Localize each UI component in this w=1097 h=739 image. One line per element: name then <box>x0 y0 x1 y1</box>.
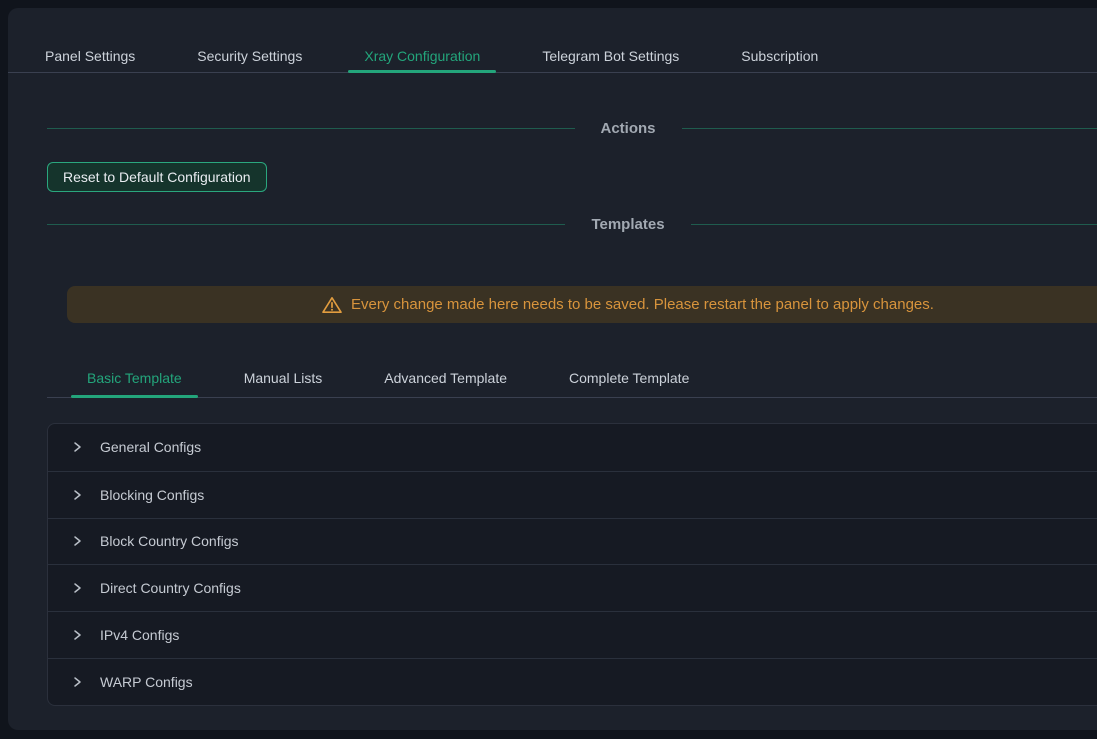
collapse-panel-warp-configs[interactable]: WARP Configs <box>48 658 1097 705</box>
tab-telegram-bot-settings[interactable]: Telegram Bot Settings <box>526 38 695 72</box>
actions-section-divider: Actions <box>47 118 1097 139</box>
divider-line <box>47 224 565 225</box>
xray-settings-card: Panel Settings Security Settings Xray Co… <box>8 8 1097 730</box>
tab-xray-configuration[interactable]: Xray Configuration <box>348 38 496 72</box>
collapse-panel-block-country-configs[interactable]: Block Country Configs <box>48 518 1097 565</box>
tab-content: Actions Reset to Default Configuration T… <box>47 118 1097 706</box>
divider-line <box>47 128 575 129</box>
collapse-panel-general-configs[interactable]: General Configs <box>48 424 1097 471</box>
settings-tab-bar: Panel Settings Security Settings Xray Co… <box>8 38 1097 73</box>
actions-section-title: Actions <box>601 118 656 139</box>
chevron-right-icon <box>71 489 83 501</box>
divider-line <box>691 224 1097 225</box>
tab-basic-template[interactable]: Basic Template <box>71 360 198 397</box>
collapse-panel-label: Direct Country Configs <box>100 578 241 598</box>
tab-subscription[interactable]: Subscription <box>725 38 834 72</box>
collapse-panel-direct-country-configs[interactable]: Direct Country Configs <box>48 564 1097 611</box>
templates-section-divider: Templates <box>47 214 1097 235</box>
chevron-right-icon <box>71 535 83 547</box>
collapse-panel-blocking-configs[interactable]: Blocking Configs <box>48 471 1097 518</box>
divider-line <box>682 128 1097 129</box>
template-tab-bar: Basic Template Manual Lists Advanced Tem… <box>47 360 1097 398</box>
collapse-panel-label: General Configs <box>100 437 201 457</box>
chevron-right-icon <box>71 629 83 641</box>
chevron-right-icon <box>71 676 83 688</box>
tab-panel-settings[interactable]: Panel Settings <box>29 38 151 72</box>
collapse-panel-ipv4-configs[interactable]: IPv4 Configs <box>48 611 1097 658</box>
restart-warning-text: Every change made here needs to be saved… <box>351 296 934 313</box>
reset-default-configuration-button[interactable]: Reset to Default Configuration <box>47 162 267 192</box>
collapse-panel-label: WARP Configs <box>100 672 193 692</box>
templates-section-title: Templates <box>591 214 664 235</box>
tab-security-settings[interactable]: Security Settings <box>181 38 318 72</box>
restart-warning-alert: Every change made here needs to be saved… <box>67 286 1097 323</box>
collapse-panel-label: Blocking Configs <box>100 485 204 505</box>
collapse-panel-label: Block Country Configs <box>100 531 239 551</box>
tab-advanced-template[interactable]: Advanced Template <box>368 360 523 397</box>
template-config-collapse-list: General Configs Blocking Configs Block C… <box>47 423 1097 706</box>
tab-complete-template[interactable]: Complete Template <box>553 360 705 397</box>
tab-manual-lists[interactable]: Manual Lists <box>228 360 339 397</box>
chevron-right-icon <box>71 582 83 594</box>
chevron-right-icon <box>71 441 83 453</box>
collapse-panel-label: IPv4 Configs <box>100 625 179 645</box>
warning-triangle-icon <box>322 296 342 314</box>
